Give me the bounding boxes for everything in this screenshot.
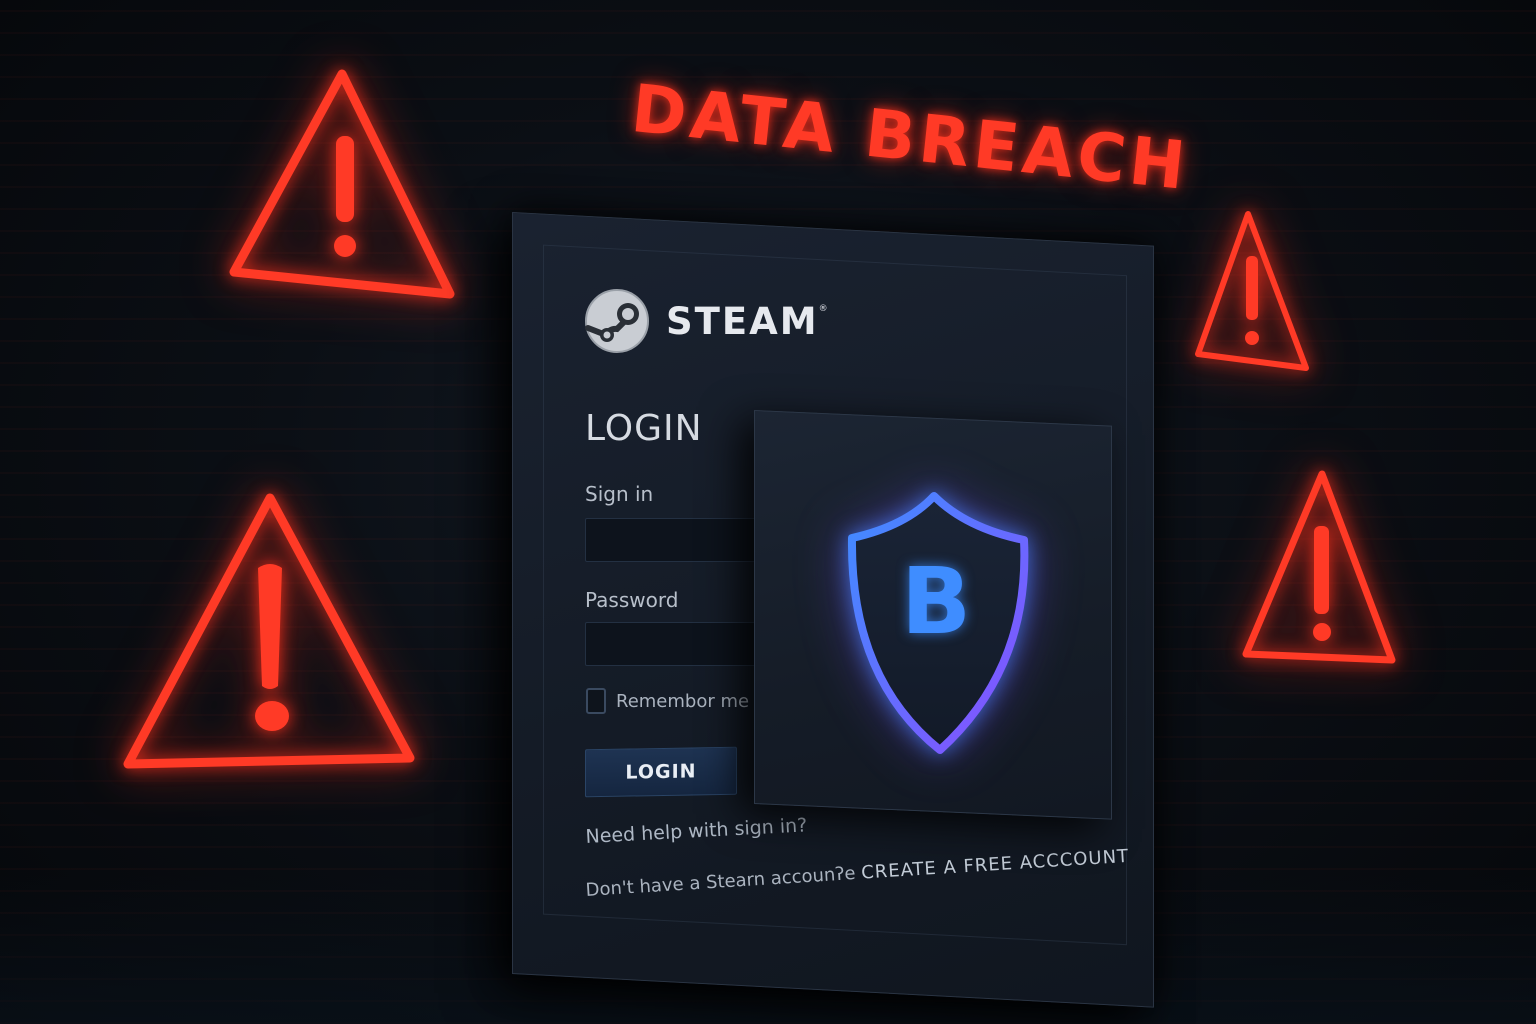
login-title: LOGIN <box>585 408 703 449</box>
steam-wordmark: STEAM® <box>666 299 830 343</box>
shield-letter-b: B <box>900 548 972 655</box>
scene: DATA BREACH STEAM® LOGIN Sign in Passwor… <box>0 0 1536 1024</box>
steam-logo-icon <box>585 289 649 353</box>
signup-glyph: ʔe <box>834 863 857 886</box>
trademark-symbol: ® <box>818 303 830 314</box>
login-button[interactable]: LOGIN <box>585 746 737 798</box>
steam-brand: STEAM® <box>584 288 830 354</box>
password-label: Password <box>585 588 679 612</box>
warning-triangle-icon <box>1242 470 1396 664</box>
warning-triangle-icon <box>1195 211 1309 371</box>
warning-triangle-icon <box>229 69 455 299</box>
remember-me-label: Remembor me <box>616 690 750 712</box>
remember-me-row[interactable]: Remembor me <box>586 688 749 714</box>
signin-label: Sign in <box>585 482 654 506</box>
warning-triangle-icon <box>123 493 415 769</box>
remember-me-checkbox[interactable] <box>586 688 606 714</box>
